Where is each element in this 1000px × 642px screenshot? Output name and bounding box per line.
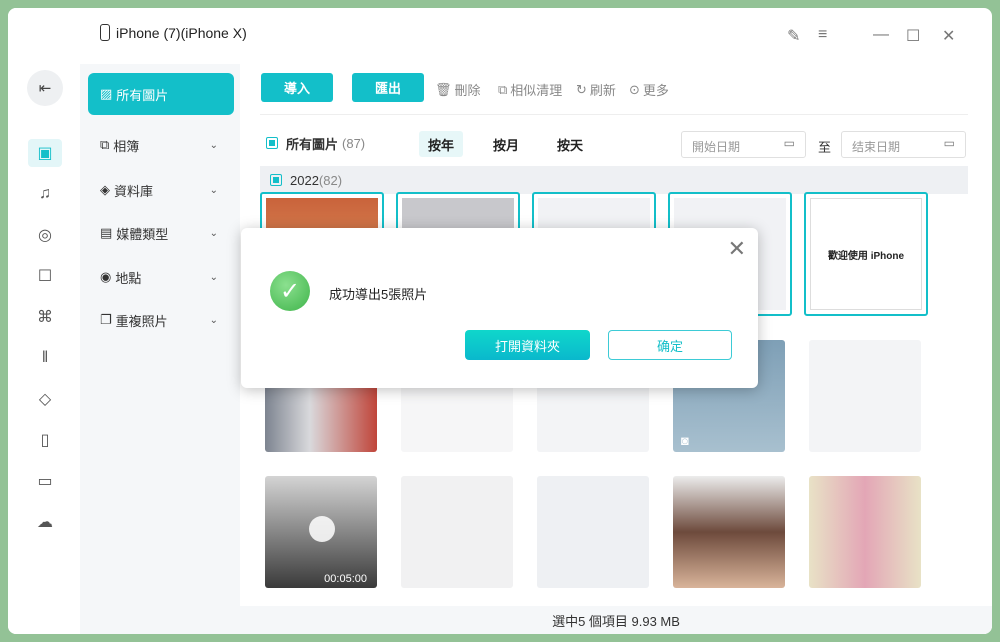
sidebar-item-all-photos[interactable]: ▨ 所有圖片 [88,73,234,115]
icon-rail: ⇤ ▣ ♫ ◎ ☐ ⌘ ‖ ◇ ▯ ▭ ☁ [8,8,80,634]
sidebar-item-library[interactable]: ◈ 資料庫 ⌄ [88,169,234,211]
tag-icon[interactable]: ◇ [28,385,62,413]
refresh-icon: ↻ [576,81,587,97]
chevron-down-icon: ⌄ [209,139,218,151]
layers-icon: ◈ [100,182,110,197]
chevron-down-icon: ⌄ [209,227,218,239]
location-icon: ◉ [100,269,112,284]
video-thumbnail[interactable]: 00:05:00 [265,476,377,588]
open-folder-button[interactable]: 打開資料夾 [465,330,590,360]
menu-icon[interactable]: ≡ [818,26,827,44]
apps-icon[interactable]: ⌘ [28,303,62,331]
minimize-icon[interactable]: — [873,26,889,44]
trash-icon: 🗑 [435,81,452,97]
export-success-dialog: ✕ ✓ 成功導出5張照片 打開資料夾 确定 [241,228,758,388]
category-sidebar: ▨ 所有圖片 ⧉ 相簿 ⌄ ◈ 資料庫 ⌄ ▤ 媒體類型 ⌄ ◉ 地點 ⌄ ❐ 重複照片 ⌄ [80,64,240,634]
import-button[interactable]: 導入 [261,73,333,102]
device-title: iPhone (7)(iPhone X) [116,24,247,41]
success-check-icon: ✓ [270,271,310,311]
title-bar: iPhone (7)(iPhone X) ✎ ≡ — ☐ ✕ [80,8,992,64]
refresh-button[interactable]: ↻ 刷新 [576,80,616,99]
back-button[interactable]: ⇤ [27,70,63,106]
sidebar-item-duplicates[interactable]: ❐ 重複照片 ⌄ [88,299,234,341]
start-date-input[interactable]: 開始日期 ▭ [681,131,806,158]
sidebar-item-places[interactable]: ◉ 地點 ⌄ [88,256,234,298]
delete-button[interactable]: 🗑 刪除 [435,80,481,99]
photo-thumbnail[interactable] [809,476,921,588]
tab-by-day[interactable]: 按天 [548,131,592,157]
chevron-down-icon: ⌄ [209,184,218,196]
similar-clean-button[interactable]: ⧉ 相似清理 [498,80,562,99]
feedback-icon[interactable]: ✎ [787,26,800,46]
camera-icon: ◙ [681,433,689,448]
play-icon [309,516,335,542]
to-label: 至 [818,140,832,155]
cloud-icon[interactable]: ☁ [28,508,62,536]
video-duration: 00:05:00 [324,573,367,585]
sidebar-item-albums[interactable]: ⧉ 相簿 ⌄ [88,124,234,166]
select-all-checkbox[interactable]: 所有圖片 (87) [266,130,365,156]
photo-thumbnail[interactable] [673,476,785,588]
photo-thumbnail[interactable]: 歡迎使用 iPhone [804,192,928,316]
close-window-icon[interactable]: ✕ [942,26,955,46]
year-group-header[interactable]: 2022(82) [260,166,968,194]
calendar-icon: ▭ [943,136,955,150]
dialog-message: 成功導出5張照片 [329,287,428,302]
books-icon[interactable]: ‖ [28,344,62,372]
sidebar-item-media-types[interactable]: ▤ 媒體類型 ⌄ [88,212,234,254]
chevron-down-icon: ⌄ [209,271,218,283]
photos-icon[interactable]: ▣ [28,139,62,167]
backup-icon[interactable]: ▯ [28,426,62,454]
photo-thumbnail[interactable] [537,476,649,588]
tab-by-year[interactable]: 按年 [419,131,463,157]
tab-by-month[interactable]: 按月 [484,131,528,157]
year-checkbox[interactable] [270,174,282,186]
maximize-icon[interactable]: ☐ [906,26,920,46]
close-icon[interactable]: ✕ [728,236,746,262]
exit-icon: ⇤ [38,80,52,97]
more-button[interactable]: ⊙ 更多 [629,80,669,99]
music-icon[interactable]: ♫ [28,180,62,208]
album-icon: ⧉ [100,137,110,152]
folder-icon[interactable]: ▭ [28,467,62,495]
export-button[interactable]: 匯出 [352,73,424,102]
more-icon: ⊙ [629,81,640,97]
media-icon: ▤ [100,225,113,240]
confirm-button[interactable]: 确定 [608,330,732,360]
contacts-icon[interactable]: ☐ [28,262,62,290]
phone-icon [100,24,110,41]
status-bar: 選中5 個項目 9.93 MB [240,606,992,634]
calendar-icon: ▭ [783,136,795,150]
duplicate-icon: ❐ [100,312,112,327]
end-date-input[interactable]: 结束日期 ▭ [841,131,966,158]
chevron-down-icon: ⌄ [209,314,218,326]
photo-thumbnail[interactable] [401,476,513,588]
image-icon: ▨ [100,86,113,101]
photo-thumbnail[interactable] [809,340,921,452]
video-icon[interactable]: ◎ [28,221,62,249]
divider [260,114,968,115]
similar-icon: ⧉ [498,81,508,97]
